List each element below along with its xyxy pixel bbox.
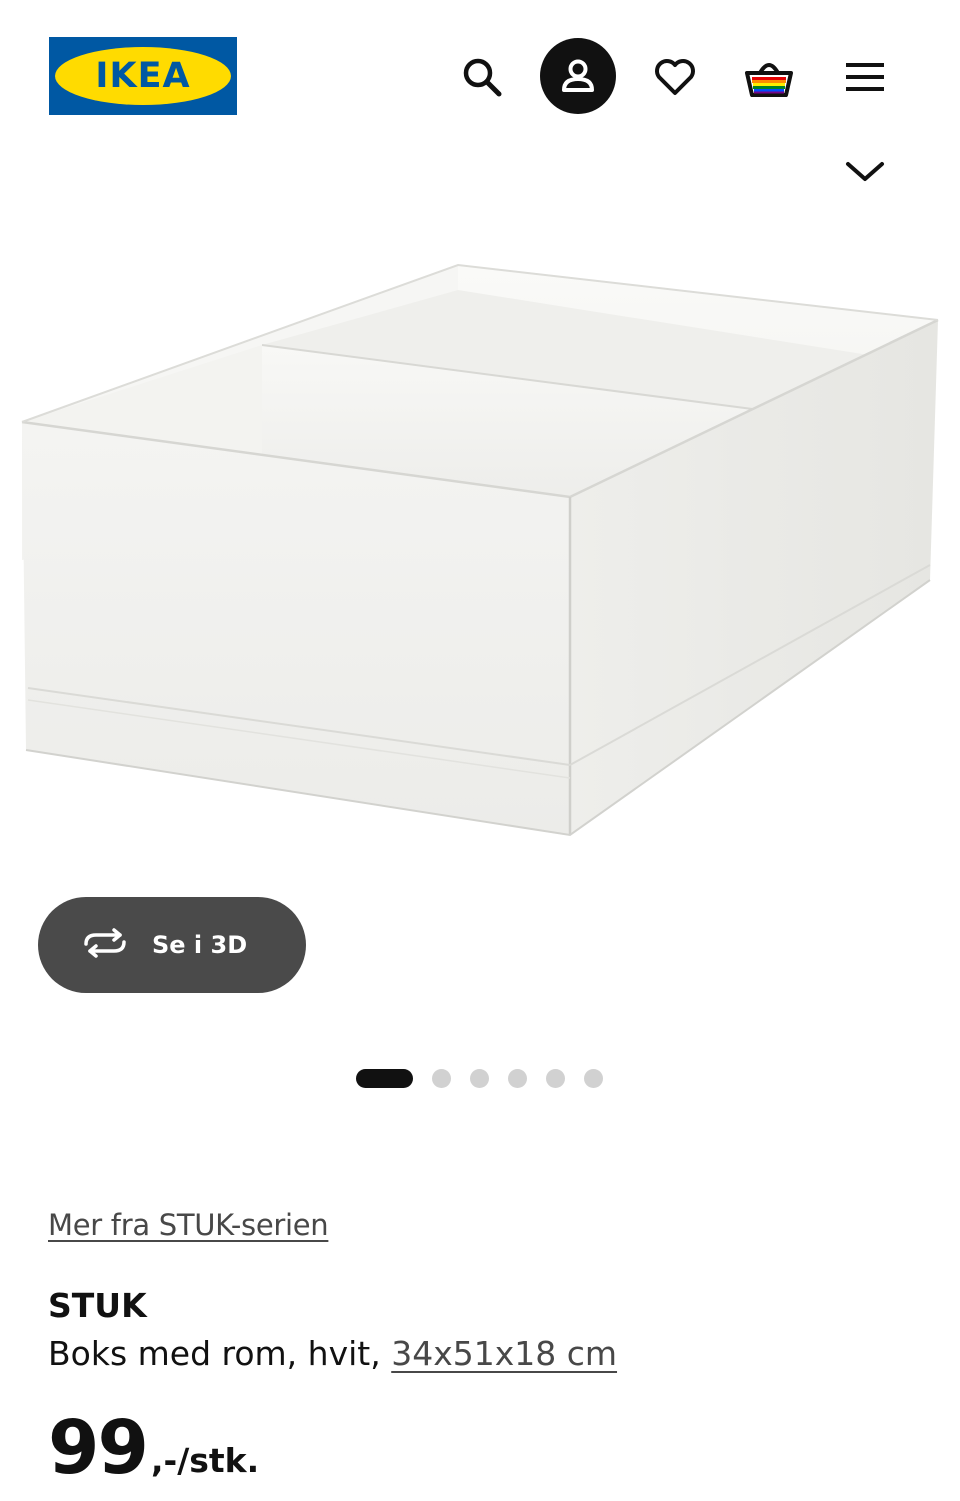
product-price: 99 ,-/stk. [48,1408,259,1488]
cart-icon[interactable] [740,48,798,106]
carousel-dot-2[interactable] [432,1068,451,1088]
view-in-3d-label: Se i 3D [152,931,248,959]
ikea-logo[interactable]: IKEA [49,37,237,115]
price-suffix: ,-/stk. [150,1441,260,1480]
product-image[interactable] [0,230,960,890]
product-description: Boks med rom, hvit, 34x51x18 cm [48,1334,617,1373]
account-icon[interactable] [540,38,616,114]
carousel-dot-5[interactable] [546,1068,565,1088]
series-link[interactable]: Mer fra STUK-serien [48,1208,329,1242]
product-name: STUK [48,1286,147,1325]
logo-oval: IKEA [55,47,231,105]
search-icon[interactable] [455,50,509,104]
carousel-dot-1[interactable] [356,1068,413,1088]
menu-icon[interactable] [838,50,892,104]
carousel-dot-6[interactable] [584,1068,603,1088]
product-description-text: Boks med rom, hvit, [48,1334,381,1373]
carousel-dot-3[interactable] [470,1068,489,1088]
carousel-dot-4[interactable] [508,1068,527,1088]
product-dimensions-link[interactable]: 34x51x18 cm [391,1334,617,1373]
carousel-dots [356,1068,622,1088]
rotate-3d-icon [80,928,130,962]
logo-text: IKEA [95,56,191,96]
chevron-down-icon[interactable] [840,150,890,190]
price-integer: 99 [48,1405,149,1491]
heart-icon[interactable] [648,50,702,104]
view-in-3d-button[interactable]: Se i 3D [38,897,306,993]
